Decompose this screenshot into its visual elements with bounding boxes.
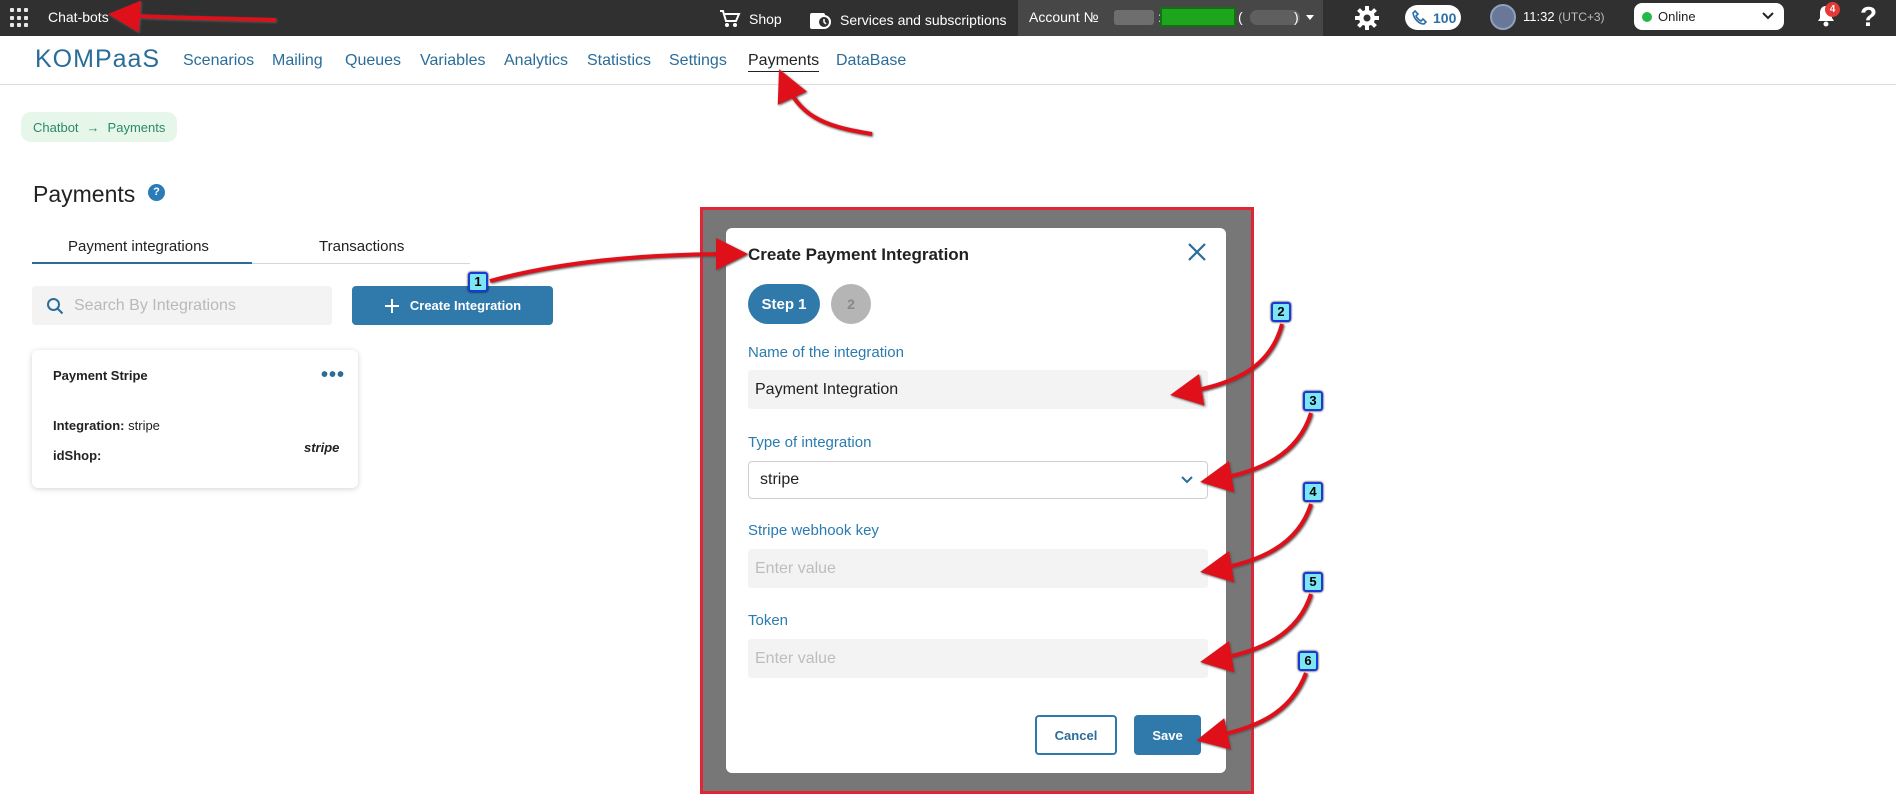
account-selector[interactable]: Account № : ( ) [1018,0,1323,36]
nav-queues[interactable]: Queues [345,52,401,70]
card-integration-value: stripe [128,418,160,433]
create-payment-integration-dialog: Create Payment Integration Step 1 2 Name… [726,228,1226,773]
account-caret-icon [1306,15,1314,20]
integration-card[interactable]: Payment Stripe ••• Integration: stripe i… [32,350,358,488]
search-icon [47,297,64,314]
nav-statistics[interactable]: Statistics [587,52,651,70]
card-integration-row: Integration: stripe [53,418,160,433]
callout-6: 6 [1298,651,1318,671]
shop-link[interactable]: Shop [719,9,782,29]
create-integration-label: Create Integration [409,298,522,313]
callout-4: 4 [1303,482,1323,502]
type-select-value: stripe [760,471,800,488]
close-icon[interactable] [1187,242,1207,262]
nav-analytics[interactable]: Analytics [504,52,568,70]
status-label: Online [1658,9,1696,24]
phone-icon [1412,9,1428,25]
name-field[interactable]: Payment Integration [748,370,1208,409]
gear-icon[interactable] [1353,4,1381,32]
tab-divider [252,263,470,264]
apps-grid-icon[interactable] [10,8,30,28]
chevron-down-icon [1181,476,1193,484]
token-field-label: Token [748,612,789,629]
account-number-mask [1114,10,1154,25]
name-field-label: Name of the integration [748,344,904,361]
calls-counter[interactable]: 100 [1405,5,1461,30]
save-button[interactable]: Save [1134,715,1201,755]
callout-2: 2 [1271,302,1291,322]
type-select[interactable]: stripe [748,461,1208,499]
account-id-mask [1250,10,1300,25]
arrow-payments-nav [777,69,873,136]
modal-title: Create Payment Integration [748,245,970,264]
app-title[interactable]: Chat-bots [48,9,109,25]
cart-icon [720,10,741,27]
notifications-badge: 4 [1825,2,1840,17]
clock-time: 11:32 [1523,9,1555,24]
callout-1: 1 [468,272,488,292]
step-1-indicator: Step 1 [748,284,820,324]
services-label: Services and subscriptions [840,12,1007,28]
nav-mailing[interactable]: Mailing [272,52,323,70]
help-icon[interactable]: ? [1860,1,1877,33]
card-idshop-label: idShop: [53,448,102,463]
card-integration-label: Integration: [53,418,125,433]
stripe-logo: stripe [304,440,340,455]
chevron-down-icon [1762,12,1774,20]
notifications-bell[interactable]: 4 [1814,2,1840,32]
card-title: Payment Stripe [53,368,148,383]
type-field-label: Type of integration [748,434,872,451]
webhook-field-label: Stripe webhook key [748,522,879,539]
account-label: Account № [1029,9,1099,25]
clock-timezone: (UTC+3) [1558,10,1605,24]
page-title: Payments [33,181,136,207]
search-placeholder: Search By Integrations [74,296,236,314]
webhook-key-field[interactable]: Enter value [748,549,1208,588]
tab-transactions[interactable]: Transactions [319,238,404,255]
step-2-indicator: 2 [831,284,871,324]
online-dot-icon [1642,11,1652,22]
breadcrumb-arrow-icon: → [86,119,100,135]
plus-icon [384,298,399,313]
services-link[interactable]: Services and subscriptions [808,9,1007,31]
breadcrumb: Chatbot → Payments [21,112,178,142]
active-tab-indicator [32,262,252,264]
account-name-mask [1160,7,1236,27]
main-nav: KOMPaaS Scenarios Mailing Queues Variabl… [0,36,1896,85]
callout-5: 5 [1303,572,1323,592]
nav-variables[interactable]: Variables [420,52,486,70]
nav-database[interactable]: DataBase [836,52,906,70]
breadcrumb-chatbot[interactable]: Chatbot [33,120,79,135]
logo[interactable]: KOMPaaS [35,45,160,74]
help-tooltip-icon[interactable]: ? [148,184,165,201]
shop-label: Shop [749,11,782,27]
nav-payments[interactable]: Payments [748,52,820,72]
account-paren-open: ( [1238,9,1243,25]
breadcrumb-payments: Payments [107,119,166,135]
tab-payment-integrations[interactable]: Payment integrations [68,238,209,255]
account-paren-close: ) [1294,9,1299,25]
cancel-button[interactable]: Cancel [1035,715,1117,755]
callout-3: 3 [1303,391,1323,411]
nav-scenarios[interactable]: Scenarios [183,52,254,70]
services-icon [810,13,831,29]
status-select[interactable]: Online [1634,3,1784,30]
avatar[interactable] [1490,4,1516,30]
top-bar: Chat-bots Shop Services and subscription… [0,0,1896,36]
nav-settings[interactable]: Settings [669,52,727,70]
clock: 11:32 (UTC+3) [1523,9,1605,24]
create-integration-button[interactable]: Create Integration [352,286,553,325]
calls-count: 100 [1433,9,1457,26]
more-options-icon[interactable]: ••• [321,364,345,387]
search-input[interactable]: Search By Integrations [32,286,332,325]
token-field[interactable]: Enter value [748,639,1208,678]
